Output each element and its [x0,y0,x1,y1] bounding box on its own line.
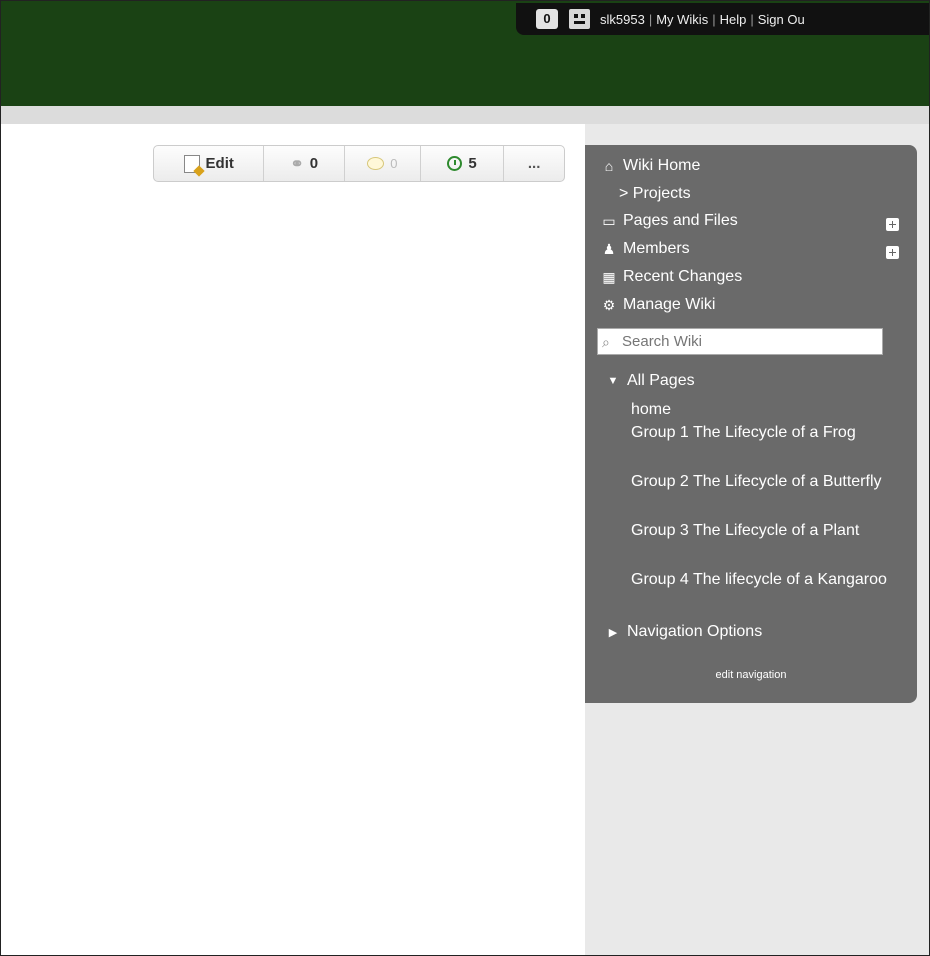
link-icon: ⚭ [290,155,304,173]
comments-count: 0 [390,156,398,171]
sign-out-link[interactable]: Sign Ou [758,12,805,27]
page-link-group-4[interactable]: Group 4 The lifecycle of a Kangaroo [631,568,891,591]
page-link-group-2[interactable]: Group 2 The Lifecycle of a Butterfly [631,470,891,493]
links-button[interactable]: ⚭ 0 [264,146,346,181]
sidebar-item-label: Manage Wiki [623,296,716,313]
sidebar-item-pages-and-files[interactable]: ▭ Pages and Files [601,212,738,230]
more-label: ... [527,155,541,172]
all-pages-toggle[interactable]: ▼ All Pages [605,372,695,390]
comments-button[interactable]: 0 [345,146,421,181]
sidebar-item-label: Wiki Home [623,157,701,174]
history-button[interactable]: 5 [421,146,505,181]
sidebar-item-projects[interactable]: > Projects [619,185,691,203]
folder-icon: ▭ [602,212,616,229]
add-page-icon[interactable] [886,218,899,231]
triangle-right-icon: ▶ [608,626,618,639]
help-link[interactable]: Help [720,12,747,27]
page-content [1,124,585,956]
page-link-home[interactable]: home [631,398,891,421]
page-toolbar: Edit ⚭ 0 0 5 ... [153,145,565,182]
sidebar-item-label: Members [623,240,690,257]
sidebar-item-label: > Projects [619,185,691,202]
gear-icon: ⚙ [602,296,616,313]
sidebar-item-label: Recent Changes [623,268,743,285]
history-count: 5 [468,155,477,172]
calendar-icon: ▦ [602,268,616,285]
navigation-options-toggle[interactable]: ▶ Navigation Options [605,623,762,641]
sidebar-item-label: All Pages [627,372,695,389]
comment-bubble-icon [367,157,385,170]
avatar[interactable] [569,9,590,29]
user-links: slk5953 | My Wikis | Help | Sign Ou [600,12,805,27]
search-icon: ⌕ [602,333,610,350]
username-link[interactable]: slk5953 [600,12,645,27]
sidebar-item-recent-changes[interactable]: ▦ Recent Changes [601,268,742,286]
sidebar-item-label: Navigation Options [627,623,763,640]
edit-button[interactable]: Edit [154,146,265,181]
history-clock-icon [447,156,463,171]
notification-count-badge[interactable]: 0 [536,9,558,29]
page-link-group-3[interactable]: Group 3 The Lifecycle of a Plant [631,519,891,542]
add-member-icon[interactable] [886,246,899,259]
background-band [1,106,929,124]
sidebar-item-wiki-home[interactable]: ⌂ Wiki Home [601,157,701,175]
sidebar-item-manage-wiki[interactable]: ⚙ Manage Wiki [601,296,716,314]
search-box: ⌕ [597,328,883,355]
page-link-group-1[interactable]: Group 1 The Lifecycle of a Frog [631,421,891,444]
edit-navigation-link[interactable]: edit navigation [585,669,917,681]
edit-label: Edit [205,155,234,172]
home-icon: ⌂ [604,158,614,174]
members-icon: ♟ [602,240,616,257]
triangle-down-icon: ▼ [607,375,619,387]
my-wikis-link[interactable]: My Wikis [656,12,708,27]
sidebar-item-members[interactable]: ♟ Members [601,240,690,258]
more-options-button[interactable]: ... [504,146,564,181]
navigation-sidebar: ⌂ Wiki Home > Projects ▭ Pages and Files… [585,145,917,703]
edit-page-icon [183,154,200,173]
search-input[interactable] [622,333,862,350]
links-count: 0 [309,155,319,172]
sidebar-item-label: Pages and Files [623,212,738,229]
